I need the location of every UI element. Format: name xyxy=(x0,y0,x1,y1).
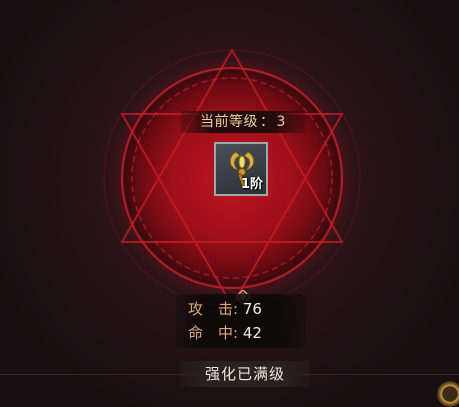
level-label: 当前等级 xyxy=(200,114,259,130)
attack-stat: 攻 击: 76 xyxy=(188,299,262,319)
upgrade-screen: 当前等级： 3 1阶 攻 击: 76 命 中: 42 强化已满级 xyxy=(0,0,459,407)
upgrade-maxed-button[interactable]: 强化已满级 xyxy=(180,361,310,387)
level-separator: ： xyxy=(260,114,275,130)
stat-value: 42 xyxy=(242,324,262,342)
stats-panel: 攻 击: 76 命 中: 42 xyxy=(176,294,306,348)
corner-medallion-icon[interactable] xyxy=(437,381,459,407)
stat-label: 命 中 xyxy=(188,324,234,342)
item-slot[interactable]: 1阶 xyxy=(214,142,268,196)
stat-value: 76 xyxy=(242,300,262,318)
accuracy-stat: 命 中: 42 xyxy=(188,323,262,343)
level-value: 3 xyxy=(276,114,286,130)
stat-colon: : xyxy=(233,300,239,318)
stat-colon: : xyxy=(233,324,239,342)
item-tier-label: 1阶 xyxy=(240,177,263,192)
current-level-bar: 当前等级： 3 xyxy=(181,111,305,133)
stat-label: 攻 击 xyxy=(188,300,234,318)
